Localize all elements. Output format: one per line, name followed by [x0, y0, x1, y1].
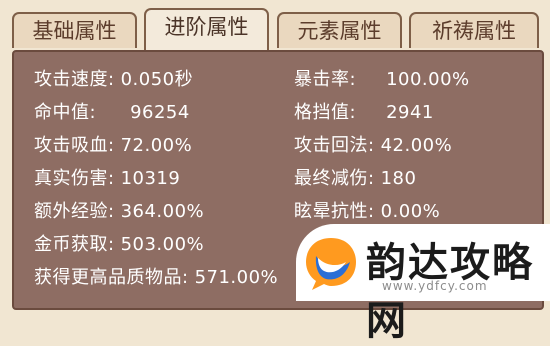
stat-lifesteal: 攻击吸血: 72.00%	[34, 131, 192, 157]
stat-extra-exp: 额外经验: 364.00%	[34, 197, 204, 223]
chat-bubble-logo-icon	[306, 238, 356, 290]
stat-label: 命中值:	[34, 102, 97, 123]
stat-value: 10319	[120, 168, 181, 189]
stat-label: 最终减伤:	[294, 168, 375, 189]
stat-label: 眩晕抗性:	[294, 201, 375, 222]
tab-bar: 基础属性 进阶属性 元素属性 祈祷属性	[12, 8, 542, 50]
stat-value: 503.00%	[120, 234, 205, 255]
stat-value: 180	[380, 168, 417, 189]
stat-value: 96254	[130, 102, 190, 123]
stat-label: 攻击回法:	[294, 135, 375, 156]
stat-value: 100.00%	[386, 69, 470, 90]
tab-basic-attributes[interactable]: 基础属性	[12, 12, 137, 48]
stat-value: 72.00%	[120, 135, 193, 156]
stat-crit-rate: 暴击率: 100.00%	[294, 65, 470, 91]
stat-label: 获得更高品质物品:	[34, 267, 189, 288]
stat-label: 格挡值:	[294, 102, 357, 123]
tab-prayer-attributes[interactable]: 祈祷属性	[409, 12, 539, 48]
stat-block-value: 格挡值: 2941	[294, 98, 434, 124]
stat-stun-resistance: 眩晕抗性: 0.00%	[294, 197, 440, 223]
stat-gold-gain: 金币获取: 503.00%	[34, 230, 204, 256]
watermark-url: www.ydfcy.com	[382, 279, 488, 293]
stat-label: 攻击吸血:	[34, 135, 115, 156]
stat-attack-mana-return: 攻击回法: 42.00%	[294, 131, 452, 157]
stat-value: 0.050秒	[120, 69, 194, 90]
stat-attack-speed: 攻击速度: 0.050秒	[34, 65, 193, 91]
stat-value: 364.00%	[120, 201, 205, 222]
stat-hit-value: 命中值: 96254	[34, 98, 190, 124]
stat-label: 暴击率:	[294, 69, 357, 90]
stat-value: 571.00%	[194, 267, 279, 288]
watermark-logo: 韵达攻略网 www.ydfcy.com	[296, 224, 550, 344]
stat-label: 金币获取:	[34, 234, 115, 255]
stat-value: 2941	[386, 102, 434, 123]
stat-value: 0.00%	[380, 201, 441, 222]
stat-true-damage: 真实伤害: 10319	[34, 164, 180, 190]
stat-label: 真实伤害:	[34, 168, 115, 189]
stat-label: 额外经验:	[34, 201, 115, 222]
tab-advanced-attributes[interactable]: 进阶属性	[144, 8, 269, 50]
stat-value: 42.00%	[380, 135, 453, 156]
stat-label: 攻击速度:	[34, 69, 115, 90]
tab-element-attributes[interactable]: 元素属性	[277, 12, 402, 48]
stat-final-damage-reduction: 最终减伤: 180	[294, 164, 416, 190]
stat-higher-quality-items: 获得更高品质物品: 571.00%	[34, 263, 278, 289]
